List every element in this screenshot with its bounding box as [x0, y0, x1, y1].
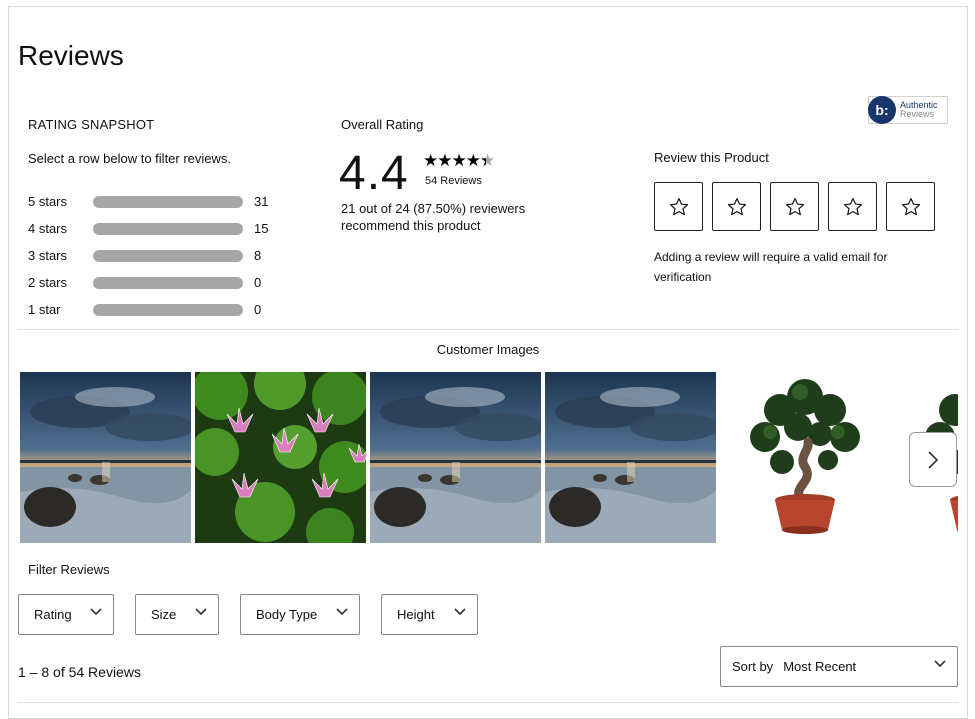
- review-product-heading: Review this Product: [654, 150, 769, 165]
- rating-row-1[interactable]: 1 star 0: [28, 296, 288, 323]
- rating-row-label: 5 stars: [28, 194, 68, 209]
- rate-5-star-button[interactable]: [886, 182, 935, 231]
- rating-row-label: 1 star: [28, 302, 61, 317]
- star-outline-icon: [785, 197, 804, 215]
- filter-label: Size: [151, 607, 177, 622]
- results-count: 1 – 8 of 54 Reviews: [18, 664, 141, 680]
- bonsai-photo: [720, 372, 891, 543]
- rating-row-4[interactable]: 4 stars 15: [28, 215, 288, 242]
- chevron-down-icon: [195, 608, 207, 616]
- badge-logo: b:: [868, 96, 896, 124]
- seascape-photo: [370, 372, 541, 543]
- rating-row-label: 2 stars: [28, 275, 68, 290]
- rating-row-2[interactable]: 2 stars 0: [28, 269, 288, 296]
- filter-label: Height: [397, 607, 435, 622]
- overall-review-count[interactable]: 54 Reviews: [425, 175, 482, 187]
- rating-bar: [93, 249, 243, 262]
- customer-image-seascape[interactable]: [20, 372, 191, 543]
- reviews-section: Reviews RATING SNAPSHOT Select a row bel…: [18, 16, 958, 719]
- authentic-reviews-badge[interactable]: b: Authentic Reviews: [868, 96, 948, 124]
- rating-row-label: 3 stars: [28, 248, 68, 263]
- rating-row-5[interactable]: 5 stars 31: [28, 188, 288, 215]
- seascape-photo: [545, 372, 716, 543]
- star-outline-icon: [901, 197, 920, 215]
- rating-snapshot-subheading: Select a row below to filter reviews.: [28, 151, 232, 166]
- overall-rating-heading: Overall Rating: [341, 117, 424, 132]
- customer-image-bonsai[interactable]: [720, 372, 891, 543]
- star-icon: ★: [451, 151, 467, 170]
- chevron-down-icon: [454, 608, 466, 616]
- customer-images-carousel: [20, 372, 958, 543]
- rating-row-count: 8: [254, 248, 262, 263]
- star-icon: ★: [423, 151, 438, 170]
- recommend-text: 21 out of 24 (87.50%) reviewers recommen…: [341, 201, 526, 233]
- badge-text: Authentic Reviews: [900, 101, 938, 119]
- rating-snapshot-heading: RATING SNAPSHOT: [28, 117, 155, 132]
- customer-image-seascape[interactable]: [545, 372, 716, 543]
- review-star-buttons: [654, 182, 935, 231]
- sort-label: Sort by: [732, 659, 774, 674]
- rating-bar: [93, 303, 243, 316]
- star-outline-icon: [727, 197, 746, 215]
- rating-row-count: 15: [254, 221, 269, 236]
- filter-size-dropdown[interactable]: Size: [135, 594, 219, 635]
- carousel-next-button[interactable]: [909, 432, 957, 487]
- filter-rating-dropdown[interactable]: Rating: [18, 594, 114, 635]
- rating-row-label: 4 stars: [28, 221, 68, 236]
- chevron-down-icon: [336, 608, 348, 616]
- page-title: Reviews: [18, 40, 124, 71]
- customer-image-water-lily[interactable]: [195, 372, 366, 543]
- star-icon: ★: [465, 151, 481, 170]
- sort-dropdown[interactable]: Sort by Most Recent: [720, 646, 958, 687]
- rating-row-count: 0: [254, 302, 262, 317]
- sort-value: Most Recent: [783, 659, 857, 674]
- review-email-note: Adding a review will require a valid ema…: [654, 250, 888, 284]
- water-lily-photo: [195, 372, 366, 543]
- rate-3-star-button[interactable]: [770, 182, 819, 231]
- chevron-down-icon: [934, 660, 946, 668]
- rate-2-star-button[interactable]: [712, 182, 761, 231]
- overall-rating-value: 4.4: [339, 147, 409, 200]
- badge-line2: Reviews: [900, 109, 935, 119]
- rate-4-star-button[interactable]: [828, 182, 877, 231]
- partial-star-icon: ★★: [480, 151, 495, 170]
- rating-rows: 5 stars 31 4 stars 15 3 stars 8 2 stars …: [28, 188, 288, 323]
- filter-label: Rating: [34, 607, 72, 622]
- rating-bar: [93, 276, 243, 289]
- filter-height-dropdown[interactable]: Height: [381, 594, 478, 635]
- filter-label: Body Type: [256, 607, 318, 622]
- star-outline-icon: [669, 197, 688, 215]
- section-divider: [18, 329, 958, 330]
- rating-bar: [93, 195, 243, 208]
- seascape-photo: [20, 372, 191, 543]
- section-divider: [18, 702, 958, 703]
- rating-row-count: 0: [254, 275, 262, 290]
- filter-body-type-dropdown[interactable]: Body Type: [240, 594, 360, 635]
- overall-stars: ★★★★★★: [423, 151, 495, 170]
- rating-row-count: 31: [254, 194, 269, 209]
- star-icon: ★: [437, 151, 452, 170]
- rating-bar: [93, 222, 243, 235]
- rate-1-star-button[interactable]: [654, 182, 703, 231]
- rating-row-3[interactable]: 3 stars 8: [28, 242, 288, 269]
- filter-reviews-heading: Filter Reviews: [28, 562, 110, 577]
- customer-images-heading: Customer Images: [436, 342, 540, 357]
- chevron-down-icon: [90, 608, 102, 616]
- chevron-right-icon: [928, 450, 939, 469]
- customer-image-seascape[interactable]: [370, 372, 541, 543]
- star-outline-icon: [843, 197, 862, 215]
